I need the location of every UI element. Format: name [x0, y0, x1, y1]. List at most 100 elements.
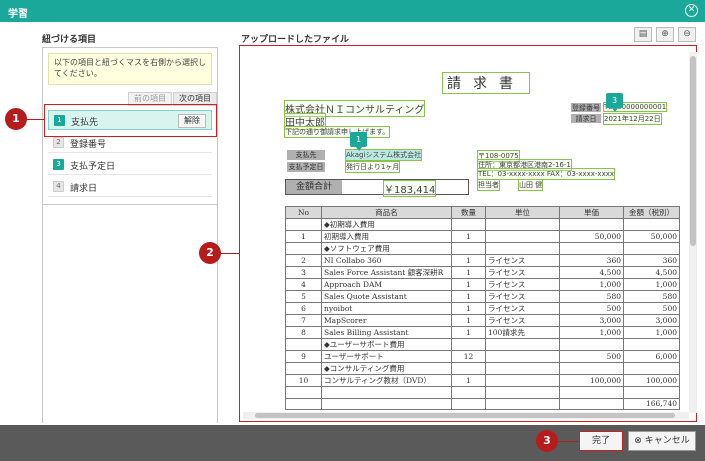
table-cell[interactable]	[559, 338, 624, 351]
done-button[interactable]: 完了	[579, 431, 623, 451]
table-cell[interactable]: nyoibot	[321, 302, 452, 315]
table-cell[interactable]: 1	[451, 314, 486, 327]
table-cell[interactable]: 1,000	[623, 326, 680, 339]
horizontal-scroll-thumb[interactable]	[255, 413, 675, 418]
table-cell[interactable]: 1	[451, 278, 486, 291]
table-cell[interactable]: 1,000	[559, 326, 624, 339]
ocr-invoice-date[interactable]: 2021年12月22日	[603, 113, 662, 125]
table-cell[interactable]: 580	[559, 290, 624, 303]
table-cell[interactable]: 3	[285, 266, 322, 279]
table-cell[interactable]: Approach DAM	[321, 278, 452, 291]
table-cell[interactable]	[559, 218, 624, 231]
ocr-staff-name[interactable]: 山田 健	[517, 179, 544, 191]
table-cell[interactable]: 9	[285, 350, 322, 363]
table-cell[interactable]: MapScorer	[321, 314, 452, 327]
table-cell[interactable]	[485, 362, 560, 375]
table-cell[interactable]	[451, 242, 486, 255]
table-cell[interactable]	[451, 362, 486, 375]
cancel-button[interactable]: ⊗ キャンセル	[628, 431, 696, 451]
zoom-out-icon[interactable]: ⊖	[678, 27, 696, 42]
table-cell[interactable]: NI Collabo 360	[321, 254, 452, 267]
table-cell[interactable]	[559, 242, 624, 255]
table-cell[interactable]: 4	[285, 278, 322, 291]
table-cell[interactable]	[451, 386, 486, 399]
ocr-due[interactable]: 発行日より1ヶ月	[344, 161, 401, 173]
table-cell[interactable]: 5	[285, 290, 322, 303]
table-cell[interactable]	[285, 338, 322, 351]
table-cell[interactable]: 3,000	[623, 314, 680, 327]
table-cell[interactable]: 1	[451, 326, 486, 339]
table-cell[interactable]: 8	[285, 326, 322, 339]
table-cell[interactable]: 1,000	[559, 278, 624, 291]
ocr-total[interactable]: ￥183,414	[382, 180, 437, 197]
table-cell[interactable]: 100請求先	[485, 326, 560, 339]
table-cell[interactable]: 500	[559, 350, 624, 363]
ocr-staff-label[interactable]: 担当者	[477, 179, 500, 191]
table-cell[interactable]	[485, 218, 560, 231]
table-cell[interactable]: 100,000	[559, 374, 624, 387]
table-cell[interactable]: ライセンス	[485, 302, 560, 315]
table-cell[interactable]: ユーザーサポート	[321, 350, 452, 363]
table-cell[interactable]: 360	[559, 254, 624, 267]
table-cell[interactable]	[485, 350, 560, 363]
table-cell[interactable]: ◆初期導入費用	[321, 218, 452, 231]
table-cell[interactable]	[285, 218, 322, 231]
table-cell[interactable]	[559, 362, 624, 375]
table-cell[interactable]: 6,000	[623, 350, 680, 363]
table-cell[interactable]: 3,000	[559, 314, 624, 327]
table-cell[interactable]: ライセンス	[485, 290, 560, 303]
table-cell[interactable]: 初期導入費用	[321, 230, 452, 243]
table-cell[interactable]: 1	[285, 230, 322, 243]
table-cell[interactable]	[485, 386, 560, 399]
table-cell[interactable]	[321, 397, 452, 410]
table-cell[interactable]: ライセンス	[485, 314, 560, 327]
table-cell[interactable]: 10	[285, 374, 322, 387]
table-cell[interactable]	[451, 218, 486, 231]
link-item-invoice-date[interactable]: 4 請求日	[48, 177, 212, 197]
horizontal-scrollbar[interactable]	[243, 412, 689, 419]
table-cell[interactable]: 1	[451, 230, 486, 243]
table-cell[interactable]: ◆コンサルティング費用	[321, 362, 452, 375]
table-cell[interactable]: ライセンス	[485, 266, 560, 279]
ocr-intro[interactable]: 下記の通り御請求申し上げます。	[283, 126, 391, 138]
table-cell[interactable]: 1	[451, 290, 486, 303]
table-cell[interactable]: 4,500	[559, 266, 624, 279]
table-cell[interactable]	[285, 386, 322, 399]
table-cell[interactable]: Sales Billing Assistant	[321, 326, 452, 339]
vertical-scroll-thumb[interactable]	[690, 56, 696, 246]
table-cell[interactable]	[623, 242, 680, 255]
table-cell[interactable]: 2	[285, 254, 322, 267]
table-cell[interactable]	[485, 230, 560, 243]
table-cell[interactable]	[451, 338, 486, 351]
table-cell[interactable]	[321, 386, 452, 399]
table-cell[interactable]	[485, 242, 560, 255]
table-cell[interactable]: 580	[623, 290, 680, 303]
table-cell[interactable]	[559, 397, 624, 410]
vertical-scrollbar[interactable]	[689, 52, 697, 413]
table-cell[interactable]	[623, 386, 680, 399]
zoom-in-icon[interactable]: ⊕	[656, 27, 674, 42]
table-cell[interactable]: ◆ユーザーサポート費用	[321, 338, 452, 351]
close-icon[interactable]: ✕	[685, 4, 698, 17]
table-cell[interactable]	[285, 397, 322, 410]
table-cell[interactable]: ライセンス	[485, 254, 560, 267]
table-cell[interactable]	[485, 397, 560, 410]
table-cell[interactable]	[623, 218, 680, 231]
table-cell[interactable]: コンサルティング教材（DVD）	[321, 374, 452, 387]
table-cell[interactable]	[285, 362, 322, 375]
ocr-payee[interactable]: Akagiシステム株式会社	[344, 149, 423, 161]
table-cell[interactable]: 166,740	[623, 397, 680, 410]
table-cell[interactable]: Sales Force Assistant 顧客深耕R	[321, 266, 452, 279]
table-cell[interactable]: 1	[451, 302, 486, 315]
table-cell[interactable]: 1	[451, 374, 486, 387]
table-cell[interactable]	[623, 362, 680, 375]
table-cell[interactable]: 7	[285, 314, 322, 327]
table-cell[interactable]: Sales Quote Assistant	[321, 290, 452, 303]
ocr-contact[interactable]: TEL：03-xxxx-xxxx FAX：03-xxxx-xxxx	[477, 168, 615, 180]
table-cell[interactable]	[285, 242, 322, 255]
table-cell[interactable]: 50,000	[559, 230, 624, 243]
link-item-due-date[interactable]: 3 支払予定日	[48, 155, 212, 175]
table-cell[interactable]: 500	[559, 302, 624, 315]
table-cell[interactable]: 360	[623, 254, 680, 267]
table-cell[interactable]: 50,000	[623, 230, 680, 243]
